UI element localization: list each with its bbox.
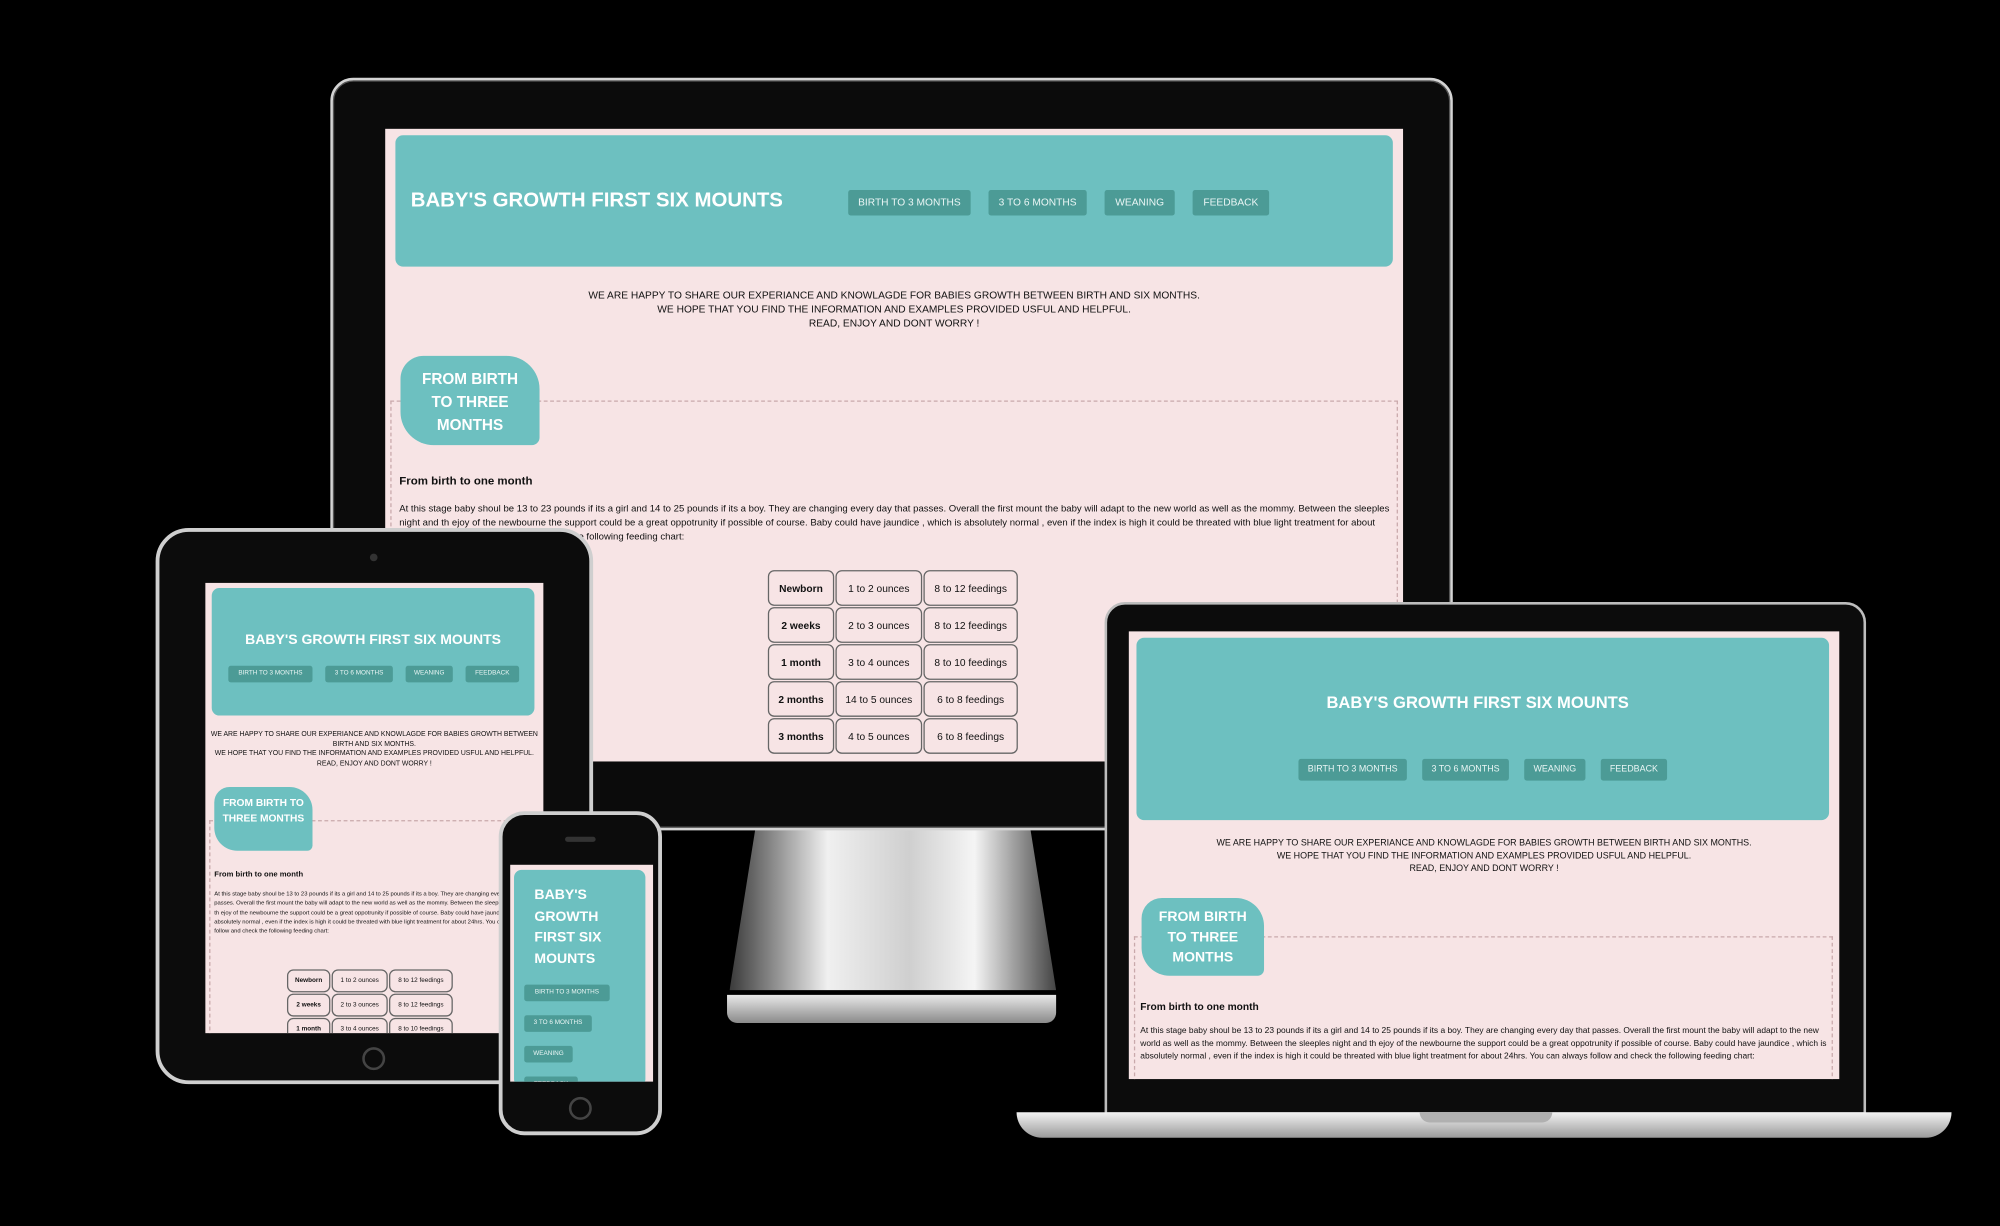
table-cell: 4 to 5 ounces <box>835 718 923 754</box>
intro-line-1: WE ARE HAPPY TO SHARE OUR EXPERIANCE AND… <box>1216 839 1752 849</box>
table-cell: 3 months <box>767 718 835 754</box>
section-paragraph: At this stage baby shoul be 13 to 23 pou… <box>1140 1026 1827 1062</box>
table-row: 1 month 3 to 4 ounces 8 to 10 feedings <box>767 644 1018 680</box>
table-cell: 2 weeks <box>767 607 835 643</box>
table-row: 2 months 14 to 5 ounces 6 to 8 feedings <box>767 681 1018 717</box>
site-header: BABY'S GROWTH FIRST SIX MOUNTS BIRTH TO … <box>395 135 1393 267</box>
intro-line-1: WE ARE HAPPY TO SHARE OUR EXPERIANCE AND… <box>210 730 538 749</box>
nav-birth-to-3-months[interactable]: BIRTH TO 3 MONTHS <box>228 665 313 683</box>
table-row: Newborn 1 to 2 ounces 8 to 12 feedings <box>767 570 1018 606</box>
nav-birth-to-3-months[interactable]: BIRTH TO 3 MONTHS <box>848 190 971 216</box>
laptop-notch <box>1419 1112 1553 1123</box>
nav-weaning[interactable]: WEANING <box>1104 190 1175 216</box>
table-row: 1 month 3 to 4 ounces 8 to 10 feedings <box>286 1017 453 1034</box>
section-paragraph: At this stage baby shoul be 13 to 23 pou… <box>214 890 533 935</box>
table-cell: 8 to 10 feedings <box>923 644 1018 680</box>
table-cell: 2 weeks <box>286 993 331 1017</box>
table-row: 2 weeks 2 to 3 ounces 8 to 12 feedings <box>286 993 453 1017</box>
nav-weaning[interactable]: WEANING <box>1524 758 1586 781</box>
table-cell: 14 to 5 ounces <box>835 681 923 717</box>
table-cell: 3 to 4 ounces <box>835 644 923 680</box>
intro-line-3: READ, ENJOY AND DONT WORRY ! <box>316 759 432 768</box>
table-cell: 8 to 12 feedings <box>389 969 453 993</box>
table-cell: 2 to 3 ounces <box>835 607 923 643</box>
table-row: 2 weeks 2 to 3 ounces 8 to 12 feedings <box>767 607 1018 643</box>
intro-line-3: READ, ENJOY AND DONT WORRY ! <box>808 318 980 330</box>
table-cell: 1 month <box>767 644 835 680</box>
nav-3-to-6-months[interactable]: 3 TO 6 MONTHS <box>988 190 1087 216</box>
site-title: BABY'S GROWTH FIRST SIX MOUNTS <box>245 632 502 648</box>
responsive-mockup: BABY'S GROWTH FIRST SIX MOUNTS BIRTH TO … <box>0 0 2000 1226</box>
nav-3-to-6-months[interactable]: 3 TO 6 MONTHS <box>1422 758 1509 781</box>
site-header: BABY'S GROWTH FIRST SIX MOUNTS BIRTH TO … <box>211 588 535 716</box>
table-cell: 2 to 3 ounces <box>331 993 388 1017</box>
intro-line-2: WE HOPE THAT YOU FIND THE INFORMATION AN… <box>657 303 1131 316</box>
table-cell: 3 to 4 ounces <box>331 1017 388 1034</box>
nav-feedback[interactable]: FEEDBACK <box>1600 758 1668 781</box>
table-cell: 8 to 12 feedings <box>389 993 453 1017</box>
table-row: 3 months 4 to 5 ounces 6 to 8 feedings <box>767 718 1018 754</box>
nav-feedback[interactable]: FEEDBACK <box>524 1076 578 1082</box>
table-cell: 8 to 12 feedings <box>923 570 1018 606</box>
phone-speaker <box>565 836 596 842</box>
nav-feedback[interactable]: FEEDBACK <box>1192 190 1270 216</box>
table-cell: 8 to 12 feedings <box>923 607 1018 643</box>
nav-feedback[interactable]: FEEDBACK <box>465 665 520 683</box>
table-cell: Newborn <box>286 969 331 993</box>
section-badge: FROM BIRTH TO THREE MONTHS <box>1141 897 1265 976</box>
intro-line-3: READ, ENJOY AND DONT WORRY ! <box>1409 864 1559 874</box>
table-cell: 1 to 2 ounces <box>331 969 388 993</box>
intro-line-2: WE HOPE THAT YOU FIND THE INFORMATION AN… <box>214 750 534 758</box>
table-cell: 1 to 2 ounces <box>835 570 923 606</box>
table-cell: 6 to 8 feedings <box>923 681 1018 717</box>
feeding-chart: Newborn 1 to 2 ounces 8 to 12 feedings 2 w… <box>286 968 454 1034</box>
nav-weaning[interactable]: WEANING <box>524 1045 573 1063</box>
site-header: BABY'S GROWTH FIRST SIX MOUNTS BIRTH TO … <box>514 869 646 1082</box>
tablet-camera <box>369 553 378 562</box>
monitor-stand-neck <box>729 826 1057 991</box>
laptop-site: BABY'S GROWTH FIRST SIX MOUNTS BIRTH TO … <box>1128 631 1840 1080</box>
section-badge: FROM BIRTH TO THREE MONTHS <box>214 786 313 851</box>
nav-3-to-6-months[interactable]: 3 TO 6 MONTHS <box>524 1015 592 1032</box>
tablet-home-button <box>362 1047 386 1071</box>
phone-site: BABY'S GROWTH FIRST SIX MOUNTS BIRTH TO … <box>510 864 654 1082</box>
intro-text: WE ARE HAPPY TO SHARE OUR EXPERIANCE AND… <box>1129 838 1839 875</box>
table-cell: 8 to 10 feedings <box>389 1017 453 1034</box>
table-cell: 6 to 8 feedings <box>923 718 1018 754</box>
site-title: BABY'S GROWTH FIRST SIX MOUNTS <box>1326 692 1629 712</box>
intro-line-1: WE ARE HAPPY TO SHARE OUR EXPERIANCE AND… <box>588 289 1200 302</box>
nav-weaning[interactable]: WEANING <box>405 665 453 683</box>
table-row: Newborn 1 to 2 ounces 8 to 12 feedings <box>286 969 453 993</box>
intro-text: WE ARE HAPPY TO SHARE OUR EXPERIANCE AND… <box>210 731 538 770</box>
intro-line-2: WE HOPE THAT YOU FIND THE INFORMATION AN… <box>1276 851 1692 861</box>
site-header: BABY'S GROWTH FIRST SIX MOUNTS BIRTH TO … <box>1136 637 1830 821</box>
table-cell: 1 month <box>286 1017 331 1034</box>
nav-3-to-6-months[interactable]: 3 TO 6 MONTHS <box>325 665 393 683</box>
nav-birth-to-3-months[interactable]: BIRTH TO 3 MONTHS <box>524 984 610 1002</box>
monitor-stand-foot <box>727 994 1057 1023</box>
section-subheading: From birth to one month <box>1140 1001 1259 1013</box>
table-cell: Newborn <box>767 570 835 606</box>
section-subheading: From birth to one month <box>399 474 533 488</box>
tablet-site: BABY'S GROWTH FIRST SIX MOUNTS BIRTH TO … <box>205 582 544 1034</box>
feeding-chart: Newborn 1 to 2 ounces 8 to 12 feedings 2 w… <box>767 569 1020 755</box>
table-cell: 2 months <box>767 681 835 717</box>
phone-home-button <box>568 1096 592 1120</box>
site-title: BABY'S GROWTH FIRST SIX MOUNTS <box>410 190 783 212</box>
section-subheading: From birth to one month <box>214 871 304 879</box>
site-title: BABY'S GROWTH FIRST SIX MOUNTS <box>534 887 602 967</box>
section-badge: FROM BIRTH TO THREE MONTHS <box>400 355 540 446</box>
intro-text: WE ARE HAPPY TO SHARE OUR EXPERIANCE AND… <box>385 288 1403 331</box>
nav-birth-to-3-months[interactable]: BIRTH TO 3 MONTHS <box>1298 758 1407 781</box>
